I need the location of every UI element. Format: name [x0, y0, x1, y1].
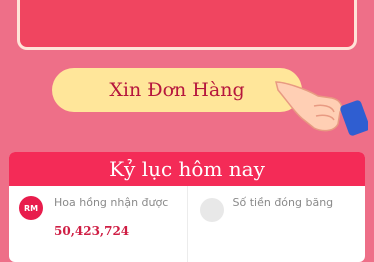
request-order-label: Xin Đơn Hàng	[109, 79, 245, 101]
frozen-amount-stat: Số tiền đóng băng	[186, 186, 366, 262]
frozen-coin-icon	[199, 198, 224, 222]
frozen-amount-label: Số tiền đóng băng	[232, 196, 334, 209]
commission-label: Hoa hồng nhận được	[54, 196, 169, 209]
today-record-card: Kỷ lục hôm nay RM Hoa hồng nhận được 50,…	[9, 152, 365, 262]
rm-currency-icon: RM	[19, 196, 43, 220]
card-title: Kỷ lục hôm nay	[9, 152, 365, 186]
request-order-button[interactable]: Xin Đơn Hàng	[52, 68, 302, 112]
commission-value: 50,423,724	[54, 224, 130, 238]
commission-stat: RM Hoa hồng nhận được 50,423,724	[9, 186, 187, 262]
pointing-hand-icon	[275, 81, 368, 136]
gift-panel	[17, 0, 357, 50]
